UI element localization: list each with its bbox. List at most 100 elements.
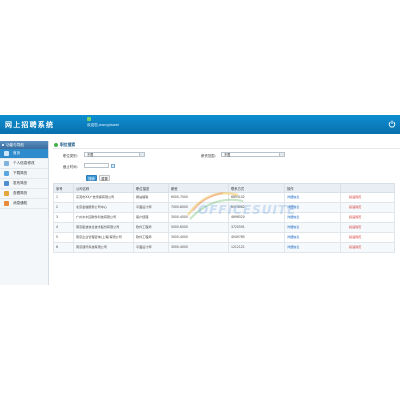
cell-apply: 投递简历 bbox=[340, 212, 395, 223]
cell-company: 广州水木园软件科技有限公司 bbox=[73, 212, 134, 223]
cell-detail: 详细信息 bbox=[284, 242, 341, 253]
detail-link[interactable]: 详细信息 bbox=[287, 205, 299, 209]
cell-apply: 投递简历 bbox=[340, 222, 395, 233]
detail-link[interactable]: 详细信息 bbox=[287, 235, 299, 239]
column-header: 序号 bbox=[53, 183, 74, 193]
cell-contact: 1212121 bbox=[228, 242, 285, 253]
cell-no: 2 bbox=[53, 202, 74, 213]
cell-no: 3 bbox=[53, 212, 74, 223]
publish-icon bbox=[4, 181, 9, 186]
sidebar-item-home[interactable]: 首页 bbox=[0, 149, 48, 159]
app-title: 网上招聘系统 bbox=[5, 120, 55, 129]
position-type-value: 不限 bbox=[87, 153, 94, 157]
column-header: 联系方式 bbox=[228, 183, 285, 193]
apply-link[interactable]: 投递简历 bbox=[349, 245, 361, 249]
detail-link[interactable]: 详细信息 bbox=[287, 245, 299, 249]
apply-link[interactable]: 投递简历 bbox=[349, 215, 361, 219]
cell-company: 北京金融服务公司中心 bbox=[73, 202, 134, 213]
deadline-label: 截止时间： bbox=[63, 165, 80, 169]
welcome-text: 欢迎您,wangjiawei bbox=[87, 123, 119, 127]
cell-company: 南京企业管理咨询(上海)有限公司 bbox=[73, 232, 134, 243]
reset-button[interactable]: 重置 bbox=[99, 175, 110, 181]
cell-company: 南京星波信息技术股份有限公司 bbox=[73, 222, 134, 233]
search-form: 职位类别： 不限 薪资范围： 不限 截止时间： 搜索 重置 bbox=[53, 149, 400, 183]
column-header bbox=[340, 183, 395, 193]
column-header: 操作 bbox=[284, 183, 341, 193]
search-section-icon bbox=[54, 142, 58, 147]
sidebar-item-profile[interactable]: 个人信息修改 bbox=[0, 159, 48, 169]
user-icon bbox=[4, 161, 9, 166]
column-header: 职位描述 bbox=[133, 183, 169, 193]
sidebar-item-label: 首页 bbox=[13, 151, 21, 155]
apply-link[interactable]: 投递简历 bbox=[349, 195, 361, 199]
cell-detail: 详细信息 bbox=[284, 212, 341, 223]
table-row: 4 南京星波信息技术股份有限公司 软件工程师 5000-6000 3720591… bbox=[53, 222, 395, 233]
cell-no: 5 bbox=[53, 232, 74, 243]
section-header: 职位搜索 bbox=[53, 141, 400, 149]
app-window: 网上招聘系统 欢迎您,wangjiawei 功能与导航 首页 个人信息修改 下载… bbox=[0, 115, 400, 285]
detail-link[interactable]: 详细信息 bbox=[287, 215, 299, 219]
cell-contact: 4698520 bbox=[228, 212, 285, 223]
deadline-input[interactable] bbox=[84, 163, 109, 168]
cell-apply: 投递简历 bbox=[340, 192, 395, 203]
power-icon[interactable] bbox=[388, 120, 396, 128]
cell-detail: 详细信息 bbox=[284, 202, 341, 213]
sidebar-title: 功能与导航 bbox=[6, 143, 24, 147]
cell-contact: 3720591 bbox=[228, 222, 285, 233]
apply-link[interactable]: 投递简历 bbox=[349, 235, 361, 239]
cell-desc: 客户经理 bbox=[133, 212, 169, 223]
sidebar: 功能与导航 首页 个人信息修改 下载简历 发布简历 查看简历 消息通知 bbox=[0, 141, 49, 285]
cell-detail: 详细信息 bbox=[284, 232, 341, 243]
view-icon bbox=[4, 191, 9, 196]
job-table: 序号 公司名称 职位描述 薪资 联系方式 操作 1 东莞市XX广告传媒有限公司 … bbox=[53, 183, 395, 253]
table-row: 5 南京企业管理咨询(上海)有限公司 软件工程师 3000-4000 40497… bbox=[53, 232, 395, 243]
sidebar-item-publish-resume[interactable]: 发布简历 bbox=[0, 179, 48, 189]
cell-no: 6 bbox=[53, 242, 74, 253]
table-row: 1 东莞市XX广告传媒有限公司 网站编辑 6000-7000 6893152 详… bbox=[53, 192, 395, 203]
search-button[interactable]: 搜索 bbox=[86, 175, 97, 181]
cell-apply: 投递简历 bbox=[340, 202, 395, 213]
detail-link[interactable]: 详细信息 bbox=[287, 225, 299, 229]
sidebar-item-view-resume[interactable]: 查看简历 bbox=[0, 189, 48, 199]
cell-salary: 3000-4000 bbox=[168, 242, 229, 253]
cell-detail: 详细信息 bbox=[284, 192, 341, 203]
cell-detail: 详细信息 bbox=[284, 222, 341, 233]
apply-link[interactable]: 投递简历 bbox=[349, 225, 361, 229]
detail-link[interactable]: 详细信息 bbox=[287, 195, 299, 199]
home-icon bbox=[4, 151, 9, 156]
sidebar-item-download-resume[interactable]: 下载简历 bbox=[0, 169, 48, 179]
cell-contact: 6974062 bbox=[228, 202, 285, 213]
sidebar-item-label: 发布简历 bbox=[13, 181, 28, 185]
cell-salary: 6000-7000 bbox=[168, 192, 229, 203]
apply-link[interactable]: 投递简历 bbox=[349, 205, 361, 209]
table-row: 6 南京通讯科技有限公司 平面设计师 3000-4000 1212121 详细信… bbox=[53, 242, 395, 253]
menu-icon bbox=[2, 144, 4, 146]
sidebar-item-messages[interactable]: 消息通知 bbox=[0, 199, 48, 209]
sidebar-header: 功能与导航 bbox=[0, 141, 48, 149]
cell-desc: 平面设计师 bbox=[133, 202, 169, 213]
column-header: 公司名称 bbox=[73, 183, 134, 193]
message-icon bbox=[4, 201, 9, 206]
position-type-select[interactable]: 不限 bbox=[84, 152, 145, 157]
main-content: 职位搜索 职位类别： 不限 薪资范围： 不限 截止时间： 搜索 重置 序号 公司… bbox=[53, 141, 400, 285]
table-row: 2 北京金融服务公司中心 平面设计师 7000-8000 6974062 详细信… bbox=[53, 202, 395, 213]
table-row: 3 广州水木园软件科技有限公司 客户经理 3000-4000 4698520 详… bbox=[53, 212, 395, 223]
cell-desc: 网站编辑 bbox=[133, 192, 169, 203]
table-header-row: 序号 公司名称 职位描述 薪资 联系方式 操作 bbox=[53, 183, 395, 193]
position-type-label: 职位类别： bbox=[63, 154, 80, 158]
sidebar-item-label: 个人信息修改 bbox=[13, 161, 35, 165]
calendar-icon[interactable] bbox=[111, 163, 115, 168]
chevron-down-icon bbox=[279, 153, 284, 156]
sidebar-item-label: 下载简历 bbox=[13, 171, 28, 175]
cell-desc: 平面设计师 bbox=[133, 242, 169, 253]
salary-value: 不限 bbox=[224, 153, 231, 157]
cell-company: 东莞市XX广告传媒有限公司 bbox=[73, 192, 134, 203]
cell-desc: 软件工程师 bbox=[133, 222, 169, 233]
salary-select[interactable]: 不限 bbox=[221, 152, 285, 157]
cell-company: 南京通讯科技有限公司 bbox=[73, 242, 134, 253]
cell-contact: 6893152 bbox=[228, 192, 285, 203]
cell-salary: 3000-4000 bbox=[168, 232, 229, 243]
cell-contact: 4049785 bbox=[228, 232, 285, 243]
cell-desc: 软件工程师 bbox=[133, 232, 169, 243]
salary-label: 薪资范围： bbox=[201, 154, 218, 158]
